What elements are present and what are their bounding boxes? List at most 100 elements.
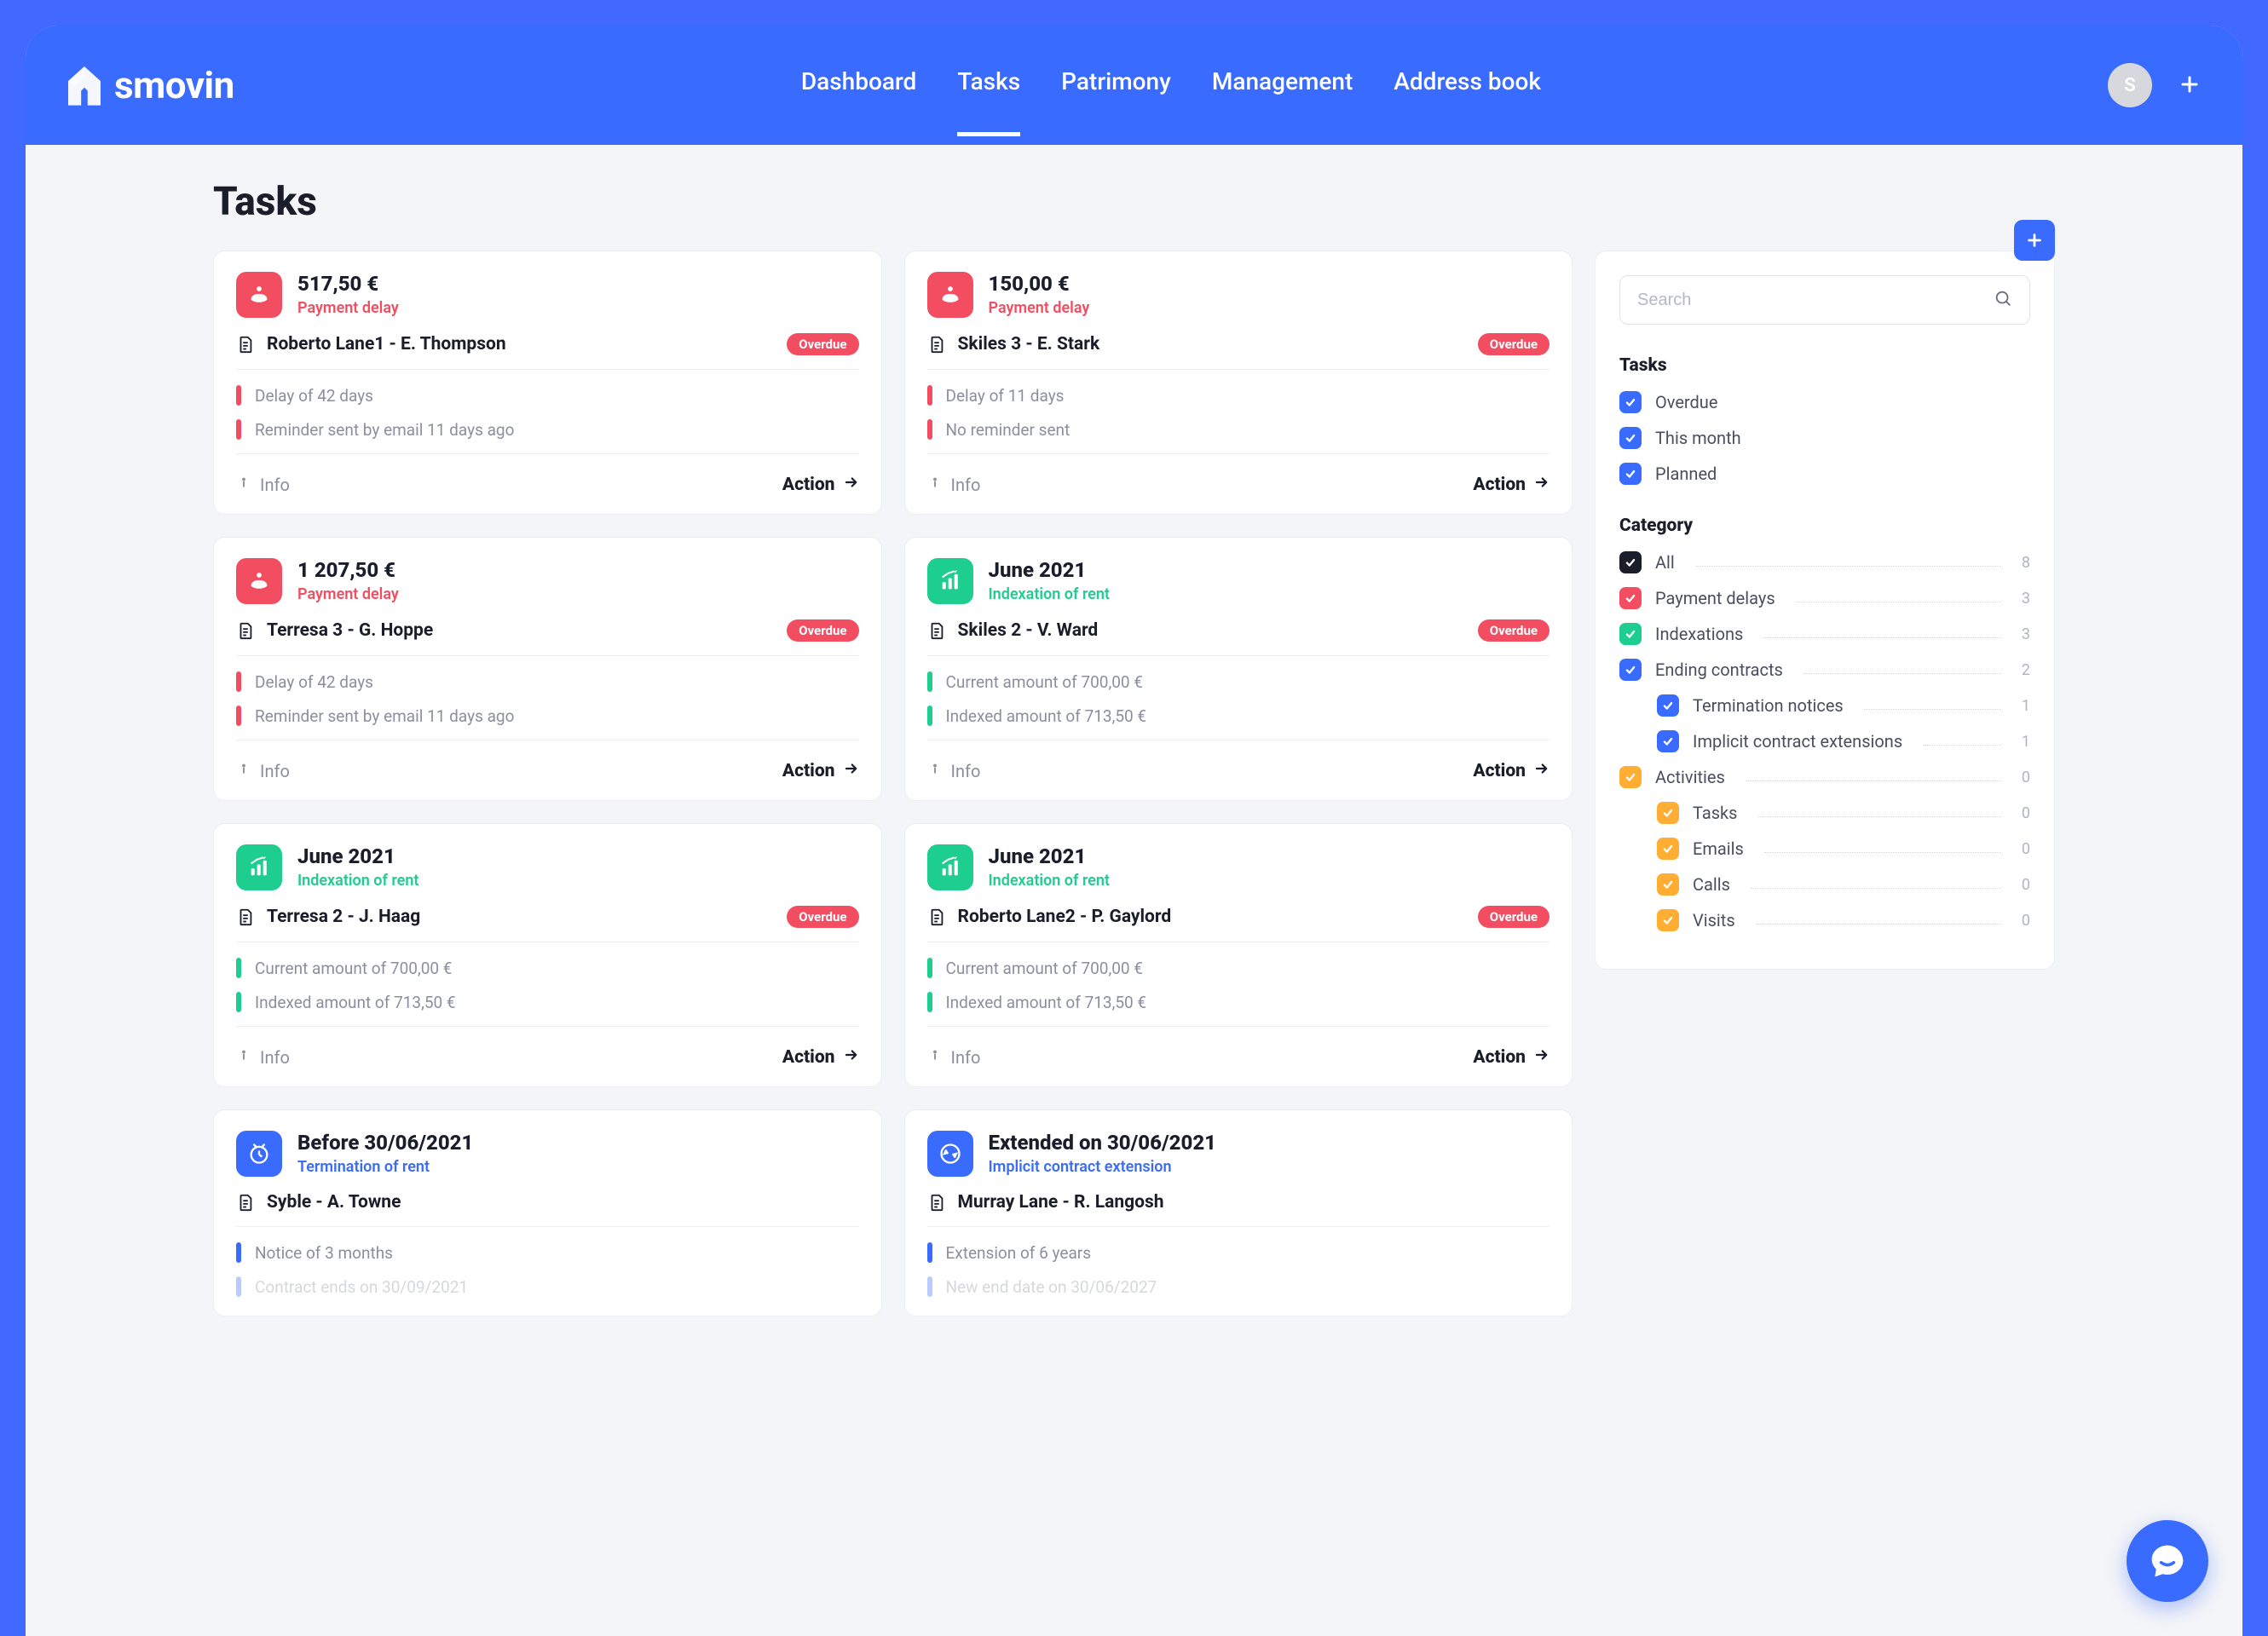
status-badge: Overdue: [1478, 333, 1550, 355]
category-checkbox-row[interactable]: Ending contracts 2: [1619, 659, 2030, 681]
add-task-button[interactable]: [2014, 220, 2055, 261]
task-subtitle: Indexation of rent: [297, 872, 418, 890]
task-detail-text: Contract ends on 30/09/2021: [255, 1277, 468, 1297]
task-card: Extended on 30/06/2021 Implicit contract…: [904, 1109, 1573, 1316]
chat-button[interactable]: [2127, 1520, 2208, 1602]
category-checkbox-row[interactable]: Emails 0: [1657, 838, 2030, 860]
card-header: Extended on 30/06/2021 Implicit contract…: [927, 1131, 1550, 1177]
app-window: smovin Dashboard Tasks Patrimony Managem…: [26, 26, 2242, 1636]
category-checkbox-row[interactable]: Termination notices 1: [1657, 694, 2030, 717]
card-header: Before 30/06/2021 Termination of rent: [236, 1131, 859, 1177]
status-badge: Overdue: [787, 619, 858, 642]
arrow-right-icon: [1534, 1047, 1550, 1068]
category-count: 0: [2022, 876, 2030, 894]
checkbox-icon: [1619, 659, 1642, 681]
document-icon: [927, 335, 946, 354]
category-checkbox-row[interactable]: Activities 0: [1619, 766, 2030, 788]
nav-tasks[interactable]: Tasks: [957, 67, 1020, 104]
stripe-indicator: [236, 419, 241, 440]
logo-mark-icon: [68, 66, 101, 104]
category-checkbox-row[interactable]: Tasks 0: [1657, 802, 2030, 824]
search-input[interactable]: [1637, 291, 1994, 310]
card-footer: Info Action: [236, 1044, 859, 1068]
tasks-grid: 517,50 € Payment delay Roberto Lane1 - E…: [213, 251, 1573, 1316]
task-detail-row: Current amount of 700,00 €: [236, 958, 859, 978]
checkbox-icon: [1657, 838, 1679, 860]
nav-patrimony[interactable]: Patrimony: [1061, 67, 1171, 104]
filter-checkbox-row[interactable]: Overdue: [1619, 391, 2030, 413]
action-label: Action: [782, 1047, 835, 1068]
task-detail-text: Notice of 3 months: [255, 1243, 393, 1263]
filter-section-category: Category: [1619, 516, 2030, 536]
property-name: Skiles 3 - E. Stark: [958, 334, 1466, 354]
card-footer: Info Action: [927, 1044, 1550, 1068]
task-type-icon: [927, 272, 973, 318]
category-count: 8: [2022, 554, 2030, 572]
info-button[interactable]: Info: [236, 1047, 290, 1068]
info-label: Info: [260, 1047, 290, 1068]
add-global-button[interactable]: [2179, 68, 2200, 102]
task-type-icon: [927, 558, 973, 604]
dotted-line: [1864, 709, 2001, 710]
action-button[interactable]: Action: [782, 475, 859, 495]
category-checkbox-row[interactable]: Visits 0: [1657, 909, 2030, 931]
dotted-line: [1763, 637, 2001, 638]
arrow-right-icon: [844, 475, 859, 495]
card-footer: Info Action: [236, 471, 859, 495]
action-button[interactable]: Action: [1473, 475, 1550, 495]
dotted-line: [1695, 566, 2001, 567]
task-type-icon: [236, 558, 282, 604]
category-checkbox-row[interactable]: Implicit contract extensions 1: [1657, 730, 2030, 752]
category-checkbox-row[interactable]: All 8: [1619, 551, 2030, 573]
document-icon: [927, 621, 946, 640]
category-checkbox-row[interactable]: Calls 0: [1657, 873, 2030, 896]
search-box[interactable]: [1619, 275, 2030, 325]
stripe-indicator: [236, 1242, 241, 1263]
info-button[interactable]: Info: [927, 1047, 981, 1068]
category-checkbox-row[interactable]: Payment delays 3: [1619, 587, 2030, 609]
task-title: June 2021: [297, 844, 418, 868]
task-detail-text: Reminder sent by email 11 days ago: [255, 706, 514, 726]
info-button[interactable]: Info: [236, 761, 290, 781]
nav-management[interactable]: Management: [1212, 67, 1353, 104]
task-type-icon: [927, 844, 973, 890]
task-detail-text: Indexed amount of 713,50 €: [255, 993, 456, 1012]
document-icon: [236, 335, 255, 354]
action-button[interactable]: Action: [782, 1047, 859, 1068]
stripe-indicator: [927, 706, 932, 726]
filter-sidebar: Tasks Overdue This month Planned Categor…: [1595, 251, 2055, 970]
action-button[interactable]: Action: [782, 761, 859, 781]
info-button[interactable]: Info: [927, 475, 981, 495]
task-card: June 2021 Indexation of rent Roberto Lan…: [904, 823, 1573, 1087]
info-button[interactable]: Info: [927, 761, 981, 781]
divider: [236, 655, 859, 656]
stripe-indicator: [927, 1242, 932, 1263]
brand-logo[interactable]: smovin: [68, 63, 234, 107]
filter-checkbox-row[interactable]: This month: [1619, 427, 2030, 449]
category-checkbox-row[interactable]: Indexations 3: [1619, 623, 2030, 645]
filter-checkbox-row[interactable]: Planned: [1619, 463, 2030, 485]
action-button[interactable]: Action: [1473, 761, 1550, 781]
avatar[interactable]: S: [2108, 63, 2152, 107]
task-title: Extended on 30/06/2021: [989, 1131, 1217, 1155]
card-header: 150,00 € Payment delay: [927, 272, 1550, 318]
nav-address-book[interactable]: Address book: [1394, 67, 1541, 104]
checkbox-icon: [1619, 587, 1642, 609]
info-button[interactable]: Info: [236, 475, 290, 495]
checkbox-icon: [1657, 873, 1679, 896]
stripe-indicator: [236, 385, 241, 406]
category-count: 3: [2022, 590, 2030, 608]
stripe-indicator: [236, 671, 241, 692]
stripe-indicator: [927, 419, 932, 440]
task-card: Before 30/06/2021 Termination of rent Sy…: [213, 1109, 882, 1316]
task-card: 150,00 € Payment delay Skiles 3 - E. Sta…: [904, 251, 1573, 515]
property-row: Roberto Lane2 - P. Gaylord Overdue: [927, 906, 1550, 928]
task-detail-text: Delay of 42 days: [255, 386, 373, 406]
task-subtitle: Payment delay: [297, 299, 399, 317]
property-name: Roberto Lane1 - E. Thompson: [267, 334, 775, 354]
filter-section-tasks: Tasks: [1619, 355, 2030, 376]
action-button[interactable]: Action: [1473, 1047, 1550, 1068]
checkbox-icon: [1657, 694, 1679, 717]
property-row: Terresa 3 - G. Hoppe Overdue: [236, 619, 859, 642]
nav-dashboard[interactable]: Dashboard: [801, 67, 916, 104]
